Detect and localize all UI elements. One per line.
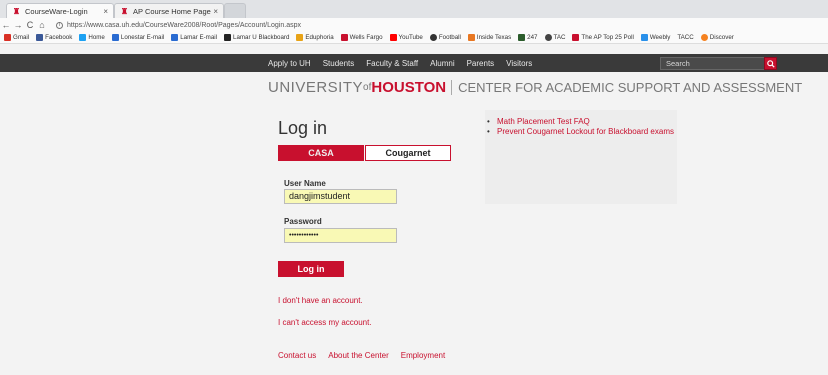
eduphoria-icon bbox=[296, 34, 304, 41]
no-account-link[interactable]: I don't have an account. bbox=[278, 296, 363, 305]
discover-icon bbox=[700, 34, 708, 41]
site-nav-bar: Apply to UH Students Faculty & Staff Alu… bbox=[0, 54, 828, 72]
tab-title: AP Course Home Page bbox=[133, 6, 211, 16]
bookmark-discover[interactable]: Discover bbox=[700, 34, 734, 41]
new-tab-button[interactable] bbox=[224, 3, 246, 18]
nav-students[interactable]: Students bbox=[323, 59, 355, 68]
brand-of: of bbox=[363, 81, 372, 93]
username-field[interactable]: dangjimstudent bbox=[284, 189, 397, 204]
announcements-list: • Math Placement Test FAQ • Prevent Cougar… bbox=[485, 110, 677, 137]
brand-divider bbox=[451, 79, 453, 95]
password-label: Password bbox=[284, 217, 322, 226]
brand-university: UNIVERSITY bbox=[268, 78, 364, 96]
footer-about-center[interactable]: About the Center bbox=[328, 351, 388, 360]
wells-fargo-icon bbox=[340, 34, 348, 41]
nav-visitors[interactable]: Visitors bbox=[506, 59, 532, 68]
browser-tab-bar: ♜ CourseWare-Login × ♜ AP Course Home Pa… bbox=[0, 0, 828, 18]
bookmark-inside-texas[interactable]: Inside Texas bbox=[467, 34, 511, 41]
url-text: https://www.casa.uh.edu/CourseWare2008/R… bbox=[67, 21, 301, 29]
forward-arrow-icon[interactable]: → bbox=[12, 20, 24, 30]
reload-icon[interactable]: C bbox=[24, 20, 36, 30]
list-item[interactable]: • Prevent Cougarnet Lockout for Blackboar… bbox=[487, 127, 677, 137]
nav-faculty-staff[interactable]: Faculty & Staff bbox=[366, 59, 418, 68]
gmail-icon bbox=[4, 34, 11, 41]
inside-texas-icon bbox=[467, 34, 475, 41]
bookmark-tac[interactable]: TAC bbox=[544, 34, 565, 41]
back-arrow-icon[interactable]: ← bbox=[0, 20, 12, 30]
close-tab-icon[interactable]: × bbox=[103, 7, 108, 16]
home-icon[interactable]: ⌂ bbox=[36, 20, 48, 30]
uh-favicon-icon: ♜ bbox=[12, 6, 21, 16]
bookmark-home[interactable]: Home bbox=[79, 34, 105, 41]
bookmark-wells-fargo[interactable]: Wells Fargo bbox=[340, 34, 383, 41]
tab-cougarnet[interactable]: Cougarnet bbox=[365, 145, 451, 161]
facebook-icon bbox=[36, 34, 44, 41]
address-bar: ← → C ⌂ i https://www.casa.uh.edu/Course… bbox=[0, 18, 828, 32]
football-icon bbox=[429, 34, 437, 41]
footer-employment[interactable]: Employment bbox=[401, 351, 445, 360]
username-label: User Name bbox=[284, 179, 326, 188]
brand-center-name: CENTER FOR ACADEMIC SUPPORT AND ASSESSME… bbox=[458, 79, 803, 95]
bookmark-facebook[interactable]: Facebook bbox=[36, 34, 72, 41]
bookmark-tacc[interactable]: TACC bbox=[677, 34, 693, 41]
brand-houston: HOUSTON bbox=[371, 78, 447, 96]
site-nav-links: Apply to UH Students Faculty & Staff Alu… bbox=[268, 54, 544, 72]
url-field[interactable]: i https://www.casa.uh.edu/CourseWare2008… bbox=[56, 21, 301, 29]
bookmarks-bar: Gmail Facebook Home Lonestar E-mail Lama… bbox=[0, 32, 828, 44]
ap-icon bbox=[572, 34, 580, 41]
tab-ap-course[interactable]: ♜ AP Course Home Page × bbox=[114, 3, 224, 18]
bookmark-ap-top-25[interactable]: The AP Top 25 Poll bbox=[572, 34, 634, 41]
outlook-icon bbox=[111, 34, 119, 41]
bullet-icon: • bbox=[487, 117, 490, 126]
footer-contact-us[interactable]: Contact us bbox=[278, 351, 316, 360]
bookmark-lamar-email[interactable]: Lamar E-mail bbox=[171, 34, 217, 41]
list-item[interactable]: • Math Placement Test FAQ bbox=[487, 117, 677, 127]
bookmark-247[interactable]: 247 bbox=[518, 34, 538, 41]
search-icon[interactable] bbox=[764, 57, 777, 70]
tab-title: CourseWare-Login bbox=[25, 6, 88, 16]
info-icon[interactable]: i bbox=[56, 21, 63, 29]
bookmark-blackboard[interactable]: Lamar U Blackboard bbox=[224, 34, 289, 41]
bullet-icon: • bbox=[487, 127, 490, 136]
page-title: Log in bbox=[278, 118, 328, 138]
tab-courseware-login[interactable]: ♜ CourseWare-Login × bbox=[6, 3, 114, 18]
nav-alumni[interactable]: Alumni bbox=[430, 59, 454, 68]
bookmark-eduphoria[interactable]: Eduphoria bbox=[296, 34, 334, 41]
close-tab-icon[interactable]: × bbox=[213, 7, 218, 16]
nav-parents[interactable]: Parents bbox=[467, 59, 495, 68]
login-button[interactable]: Log in bbox=[278, 261, 344, 277]
bookmark-youtube[interactable]: YouTube bbox=[389, 34, 423, 41]
weebly-icon bbox=[640, 34, 648, 41]
youtube-icon bbox=[389, 34, 397, 41]
cant-access-link[interactable]: I can't access my account. bbox=[278, 318, 372, 327]
247-icon bbox=[518, 34, 526, 41]
password-field[interactable]: •••••••••••• bbox=[284, 228, 397, 243]
bird-icon bbox=[79, 34, 87, 41]
bookmark-weebly[interactable]: Weebly bbox=[640, 34, 670, 41]
nav-apply[interactable]: Apply to UH bbox=[268, 59, 311, 68]
search-input[interactable]: Search bbox=[660, 57, 775, 70]
bookmark-lonestar[interactable]: Lonestar E-mail bbox=[111, 34, 164, 41]
footer-links: Contact us About the Center Employment bbox=[278, 351, 457, 360]
outlook-icon bbox=[171, 34, 179, 41]
uh-favicon-icon: ♜ bbox=[120, 6, 129, 16]
bookmark-gmail[interactable]: Gmail bbox=[4, 34, 29, 41]
announcements-panel: • Math Placement Test FAQ • Prevent Cougar… bbox=[485, 110, 677, 204]
tac-icon bbox=[544, 34, 552, 41]
blackboard-icon bbox=[224, 34, 232, 41]
tab-casa[interactable]: CASA bbox=[278, 145, 364, 161]
site-brand-header[interactable]: UNIVERSITY of HOUSTON CENTER FOR ACADEMI… bbox=[268, 77, 802, 97]
bookmark-football[interactable]: Football bbox=[429, 34, 461, 41]
